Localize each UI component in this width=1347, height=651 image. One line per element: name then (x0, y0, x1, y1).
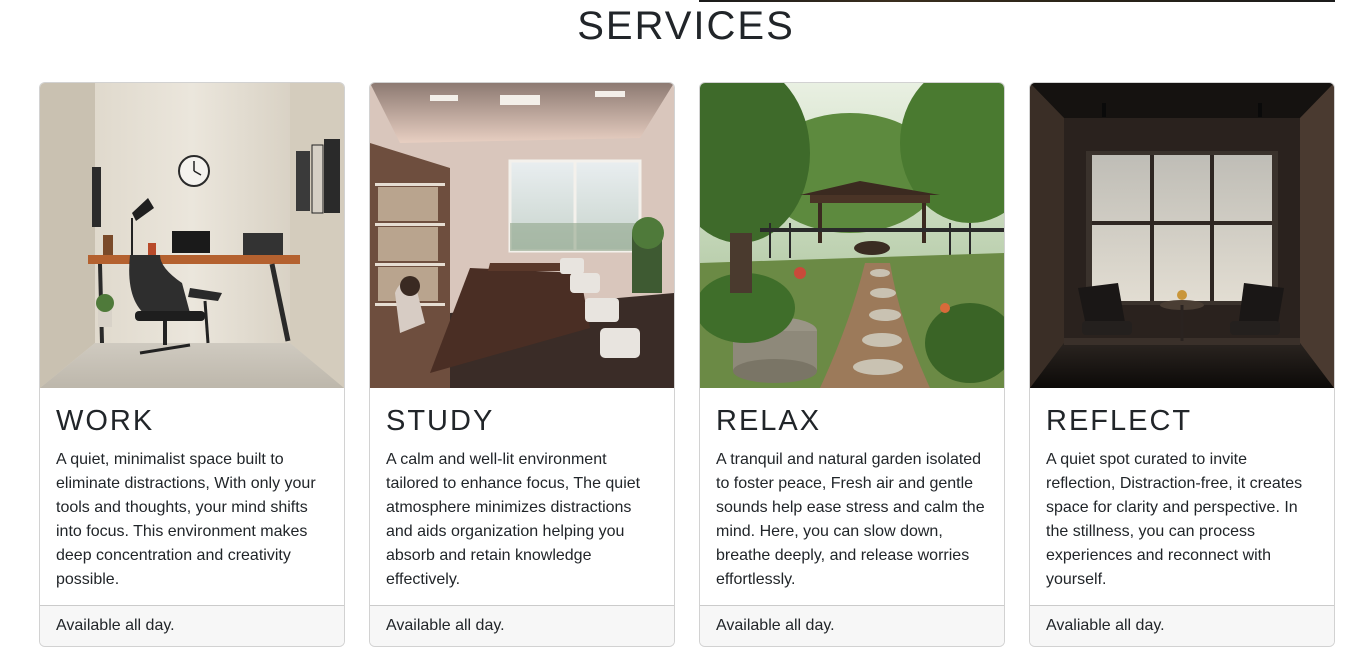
card-availability: Available all day. (370, 605, 674, 646)
service-card-relax: RELAX A tranquil and natural garden isol… (699, 82, 1005, 647)
study-room-photo (370, 83, 674, 388)
work-room-photo (40, 83, 344, 388)
garden-photo (700, 83, 1004, 388)
card-body: STUDY A calm and well-lit environment ta… (370, 388, 674, 606)
reflection-room-photo (1030, 83, 1334, 388)
card-description: A calm and well-lit environment tailored… (386, 451, 641, 588)
hero-image-edge (699, 0, 1335, 2)
card-title: WORK (56, 405, 155, 437)
card-availability: Available all day. (700, 605, 1004, 646)
card-body: RELAX A tranquil and natural garden isol… (700, 388, 1004, 606)
services-heading: SERVICES (577, 4, 795, 48)
services-card-grid: WORK A quiet, minimalist space built to … (39, 82, 1335, 647)
card-availability: Available all day. (40, 605, 344, 646)
card-availability: Avaliable all day. (1030, 605, 1334, 646)
card-description: A quiet, minimalist space built to elimi… (56, 451, 316, 588)
card-description: A quiet spot curated to invite reflectio… (1046, 451, 1303, 588)
service-card-study: STUDY A calm and well-lit environment ta… (369, 82, 675, 647)
card-title: RELAX (716, 405, 822, 437)
service-card-reflect: REFLECT A quiet spot curated to invite r… (1029, 82, 1335, 647)
card-body: REFLECT A quiet spot curated to invite r… (1030, 388, 1334, 606)
card-title: STUDY (386, 405, 495, 437)
card-title: REFLECT (1046, 405, 1193, 437)
service-card-work: WORK A quiet, minimalist space built to … (39, 82, 345, 647)
card-description: A tranquil and natural garden isolated t… (716, 451, 985, 588)
card-body: WORK A quiet, minimalist space built to … (40, 388, 344, 606)
